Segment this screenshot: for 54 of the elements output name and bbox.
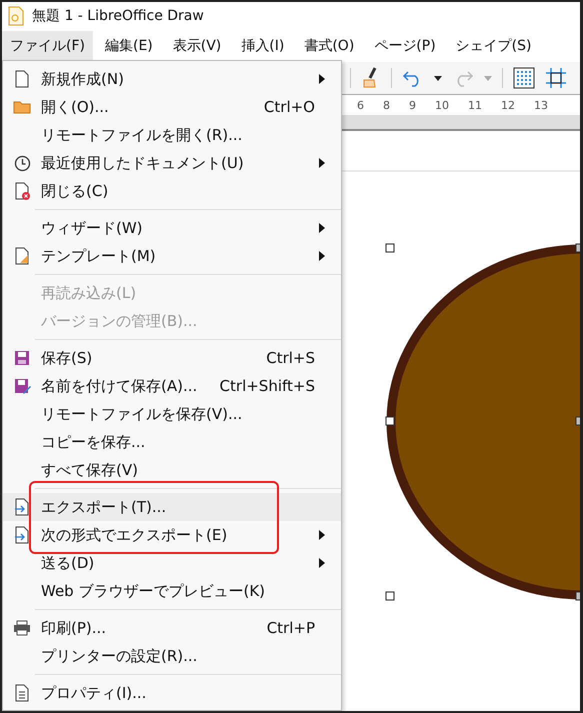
menu-bar-item[interactable]: 挿入(I) (233, 31, 292, 61)
menu-bar-item[interactable]: ページ(P) (366, 31, 444, 61)
export-icon (14, 526, 30, 544)
document-icon (14, 70, 30, 88)
menu-item[interactable]: 次の形式でエクスポート(E) (3, 521, 341, 549)
ruler-number: 9 (409, 98, 416, 112)
ruler-number: 13 (534, 98, 548, 112)
menu-item[interactable]: ウィザード(W) (3, 214, 341, 242)
ruler-number: 8 (383, 98, 390, 112)
printer-icon (13, 620, 31, 636)
save-icon (14, 350, 30, 366)
window-title: 無題 1 - LibreOffice Draw (32, 7, 204, 25)
menu-bar-item[interactable]: シェイプ(S) (448, 31, 540, 61)
selection-handle[interactable] (386, 592, 394, 600)
selection-handle[interactable] (386, 416, 394, 426)
clock-icon (14, 154, 30, 172)
ruler-number: 12 (501, 98, 515, 112)
ruler-number: 6 (357, 98, 364, 112)
app-logo-icon (8, 6, 24, 26)
caret-icon[interactable] (434, 76, 442, 80)
menu-item[interactable]: 名前を付けて保存(A)... Ctrl+Shift+S (3, 372, 341, 400)
properties-icon (14, 684, 30, 702)
menu-item[interactable]: コピーを保存... (3, 428, 341, 456)
ruler-number: 11 (468, 98, 482, 112)
menu-item[interactable]: テンプレート(M) (3, 242, 341, 270)
menu-item[interactable]: 閉じる(C) (3, 177, 341, 205)
menu-bar-item[interactable]: 書式(O) (296, 31, 362, 61)
menu-item[interactable]: 保存(S) Ctrl+S (3, 344, 341, 372)
export-icon (14, 498, 30, 516)
menu-item[interactable]: リモートファイルを保存(V)... (3, 400, 341, 428)
document-close-icon (14, 182, 30, 200)
menu-item[interactable]: 送る(D) (3, 549, 341, 577)
helplines-icon[interactable] (545, 67, 567, 89)
menu-bar-item[interactable]: ファイル(F) (2, 31, 93, 61)
menu-item[interactable]: リモートファイルを開く(R)... (3, 121, 341, 149)
menu-item[interactable]: 最近使用したドキュメント(U) (3, 149, 341, 177)
selection-handle[interactable] (576, 592, 580, 600)
menu-item[interactable]: プロパティ(I)... (3, 679, 341, 707)
grid-icon[interactable] (513, 67, 535, 89)
menu-item[interactable]: プリンターの設定(R)... (3, 642, 341, 670)
template-icon (14, 247, 30, 265)
menu-bar-item[interactable]: 編集(E) (96, 31, 161, 61)
save-as-icon (14, 378, 30, 394)
menu-item[interactable]: Web ブラウザーでプレビュー(K) (3, 577, 341, 605)
selection-handle[interactable] (576, 244, 580, 252)
menu-item[interactable]: 新規作成(N) (3, 65, 341, 93)
selection-handle[interactable] (386, 244, 394, 252)
menu-bar-item[interactable]: 表示(V) (164, 31, 230, 61)
menu-item[interactable]: 開く(O)... Ctrl+O (3, 93, 341, 121)
menu-item[interactable]: 印刷(P)... Ctrl+P (3, 614, 341, 642)
menu-item[interactable]: エクスポート(T)... (3, 493, 341, 521)
ruler-number: 10 (435, 98, 449, 112)
menu-item[interactable]: すべて保存(V) (3, 456, 341, 484)
selection-handle[interactable] (576, 416, 580, 426)
